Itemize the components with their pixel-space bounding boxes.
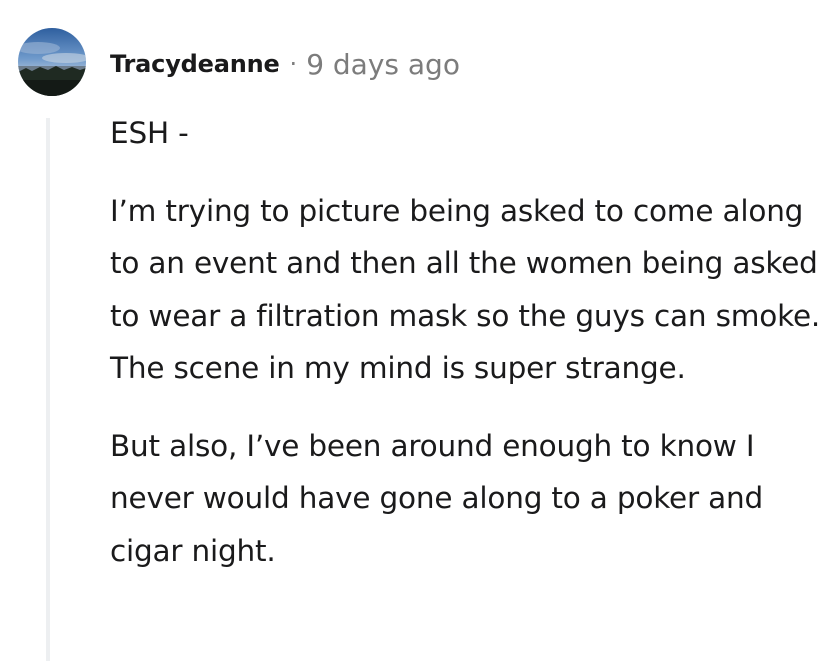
thread-collapse-line[interactable] [46, 118, 50, 661]
comment-timestamp[interactable]: 9 days ago [306, 48, 460, 81]
meta-separator: · [289, 50, 298, 78]
comment: Tracydeanne · 9 days ago ESH - I’m tryin… [0, 0, 828, 661]
comment-paragraph: ESH - [110, 116, 189, 150]
comment-paragraph: But also, I’ve been around enough to kno… [110, 428, 764, 568]
comment-paragraph: I’m trying to picture being asked to com… [110, 193, 821, 386]
comment-meta: Tracydeanne · 9 days ago [110, 42, 460, 86]
author-name[interactable]: Tracydeanne [110, 50, 280, 78]
comment-body: ESH - I’m trying to picture being asked … [110, 107, 822, 577]
landscape-avatar-icon [18, 28, 86, 96]
user-avatar[interactable] [18, 28, 86, 96]
